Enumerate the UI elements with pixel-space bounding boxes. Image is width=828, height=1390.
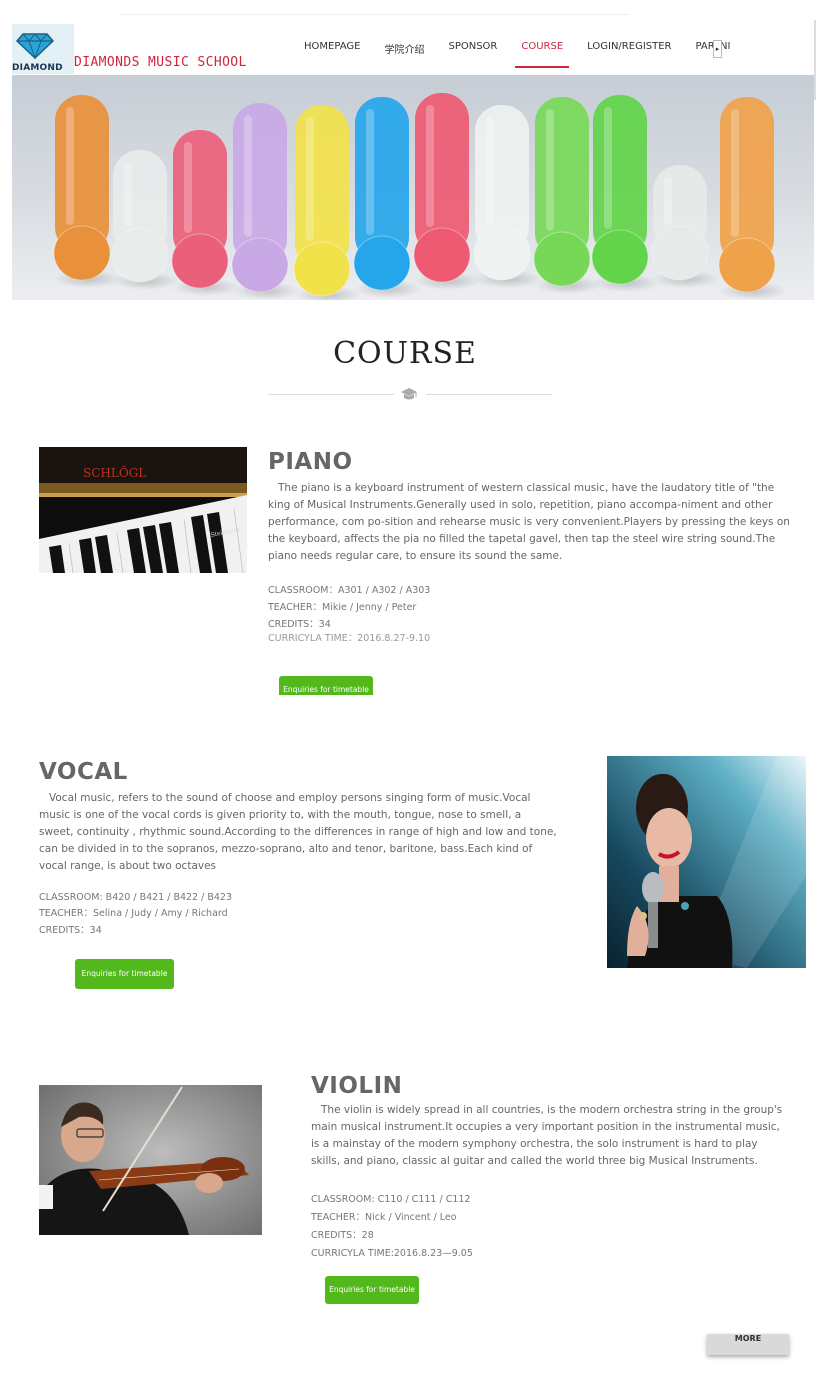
course-desc-vocal: Vocal music, refers to the sound of choo…: [39, 792, 557, 872]
piano-brand-label: SCHLÖGL: [83, 464, 146, 480]
nav-about[interactable]: 学院介绍: [384, 41, 424, 64]
course-desc-piano: The piano is a keyboard instrument of we…: [268, 482, 790, 562]
nav-homepage[interactable]: HOMEPAGE: [304, 41, 360, 64]
course-credits-violin: CREDITS：28: [311, 1230, 374, 1241]
graduation-cap-icon: [400, 386, 418, 405]
diamond-icon: [15, 33, 55, 60]
nav-sponsor[interactable]: SPONSOR: [448, 41, 497, 64]
scrollbar[interactable]: [814, 20, 816, 100]
logo-text: DIAMOND: [12, 63, 63, 73]
course-classroom-piano: CLASSROOM：A301 / A302 / A303: [268, 585, 431, 596]
nav-course[interactable]: COURSE: [515, 41, 569, 68]
course-classroom-vocal: CLASSROOM: B420 / B421 / B422 / B423: [39, 892, 232, 903]
course-title-vocal: VOCAL: [39, 759, 128, 785]
course-time-piano: CURRICYLA TIME：2016.8.27-9.10: [268, 633, 431, 644]
nav-scroll-right-icon[interactable]: ▸: [713, 40, 722, 58]
course-classroom-violin: CLASSROOM: C110 / C111 / C112: [311, 1194, 471, 1205]
course-credits-vocal: CREDITS：34: [39, 925, 102, 936]
hero-banner-image: [12, 75, 814, 300]
school-name[interactable]: DIAMONDS MUSIC SCHOOL: [74, 55, 247, 70]
course-title-violin: VIOLIN: [311, 1073, 403, 1099]
section-title: COURSE: [333, 336, 477, 371]
more-button[interactable]: MORE: [707, 1334, 789, 1355]
title-divider-right: [426, 394, 552, 395]
vocal-singer-image: [607, 756, 806, 968]
course-title-piano: PIANO: [268, 449, 353, 475]
course-teacher-piano: TEACHER：Mikie / Jenny / Peter: [268, 602, 417, 613]
piano-image: SCHLÖGL Steinbeck: [39, 447, 247, 573]
top-divider: [120, 14, 630, 15]
enquiries-button-violin[interactable]: Enquiries for timetable: [325, 1276, 419, 1304]
title-divider-left: [268, 394, 394, 395]
enquiries-button-piano[interactable]: Enquiries for timetable: [279, 676, 373, 695]
main-nav: HOMEPAGE 学院介绍 SPONSOR COURSE LOGIN/REGIS…: [304, 41, 755, 68]
course-teacher-violin: TEACHER：Nick / Vincent / Leo: [311, 1212, 457, 1223]
violin-player-image: [39, 1085, 262, 1235]
course-desc-violin: The violin is widely spread in all count…: [311, 1104, 783, 1167]
course-teacher-vocal: TEACHER：Selina / Judy / Amy / Richard: [39, 908, 228, 919]
enquiries-button-vocal[interactable]: Enquiries for timetable: [75, 959, 174, 989]
course-time-violin: CURRICYLA TIME:2016.8.23—9.05: [311, 1248, 473, 1259]
nav-login-register[interactable]: LOGIN/REGISTER: [587, 41, 671, 64]
